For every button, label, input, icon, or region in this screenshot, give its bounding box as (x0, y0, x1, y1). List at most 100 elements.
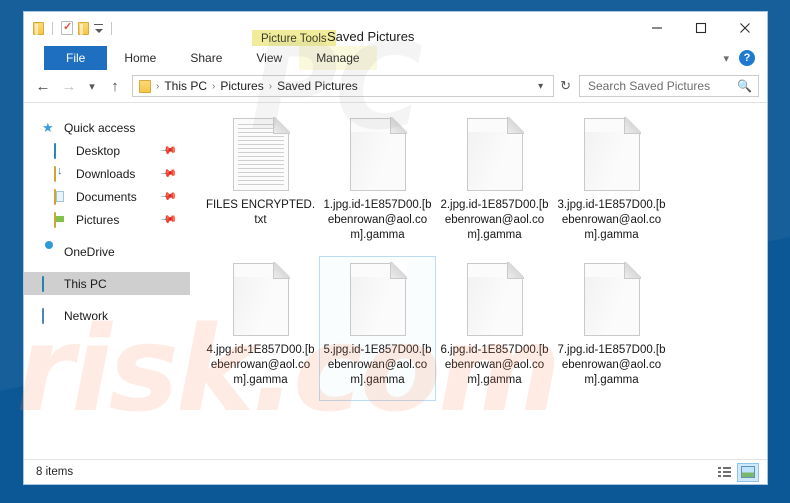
tab-share[interactable]: Share (173, 46, 239, 70)
star-icon: ★ (42, 121, 58, 135)
forward-button: → (56, 73, 82, 99)
breadcrumb-separator: › (154, 81, 161, 92)
status-bar: 8 items (24, 459, 767, 484)
toolbar-divider (111, 22, 112, 35)
tab-manage[interactable]: Manage (299, 46, 376, 70)
nav-group-spacer (24, 295, 190, 304)
file-explorer-window: Picture Tools Saved Pictures File Home S… (23, 11, 768, 485)
file-name: 7.jpg.id-1E857D00.[bebenrowan@aol.com].g… (556, 343, 668, 388)
up-button[interactable]: ↑ (102, 73, 128, 99)
new-folder-icon[interactable] (78, 22, 89, 35)
file-name: 1.jpg.id-1E857D00.[bebenrowan@aol.com].g… (322, 198, 434, 243)
list-item[interactable]: 7.jpg.id-1E857D00.[bebenrowan@aol.com].g… (553, 256, 670, 401)
list-item[interactable]: 3.jpg.id-1E857D00.[bebenrowan@aol.com].g… (553, 111, 670, 256)
blank-document-icon (584, 263, 640, 336)
sidebar-item-quick-access[interactable]: ★ Quick access (24, 116, 190, 139)
pin-icon: 📌 (160, 187, 179, 206)
details-view-button[interactable] (713, 463, 735, 482)
minimize-button[interactable] (635, 12, 679, 43)
file-name: FILES ENCRYPTED.txt (205, 198, 317, 228)
nav-group-spacer (24, 263, 190, 272)
breadcrumb-saved-pictures[interactable]: Saved Pictures (274, 79, 361, 93)
folder-downloads-icon (54, 167, 70, 181)
close-button[interactable] (723, 12, 767, 43)
folder-documents-icon (54, 190, 70, 204)
sidebar-item-label: Desktop (76, 144, 120, 158)
chevron-down-icon[interactable]: ▾ (723, 52, 729, 65)
pin-icon: 📌 (160, 210, 179, 229)
sidebar-item-desktop[interactable]: Desktop 📌 (24, 139, 190, 162)
large-icons-view-button[interactable] (737, 463, 759, 482)
pin-icon: 📌 (160, 164, 179, 183)
list-item[interactable]: 4.jpg.id-1E857D00.[bebenrowan@aol.com].g… (202, 256, 319, 401)
tab-view[interactable]: View (239, 46, 299, 70)
breadcrumb-separator: › (210, 81, 217, 92)
maximize-button[interactable] (679, 12, 723, 43)
sidebar-item-network[interactable]: Network (24, 304, 190, 327)
sidebar-item-label: OneDrive (64, 245, 115, 259)
breadcrumb-this-pc[interactable]: This PC (161, 79, 210, 93)
breadcrumb-separator: › (267, 81, 274, 92)
file-list-view[interactable]: FILES ENCRYPTED.txt 1.jpg.id-1E857D00.[b… (190, 103, 767, 459)
file-name: 4.jpg.id-1E857D00.[bebenrowan@aol.com].g… (205, 343, 317, 388)
list-item[interactable]: 5.jpg.id-1E857D00.[bebenrowan@aol.com].g… (319, 256, 436, 401)
folder-pictures-icon (54, 213, 70, 227)
item-count-label: 8 items (36, 466, 73, 478)
pin-icon: 📌 (160, 141, 179, 160)
help-icon[interactable]: ? (739, 50, 755, 66)
cloud-icon (42, 245, 58, 259)
file-name: 3.jpg.id-1E857D00.[bebenrowan@aol.com].g… (556, 198, 668, 243)
nav-group-spacer (24, 231, 190, 240)
folder-icon (139, 80, 151, 93)
sidebar-item-pictures[interactable]: Pictures 📌 (24, 208, 190, 231)
blank-document-icon (467, 118, 523, 191)
title-bar: Picture Tools Saved Pictures (24, 12, 767, 46)
list-item[interactable]: FILES ENCRYPTED.txt (202, 111, 319, 256)
search-placeholder: Search Saved Pictures (588, 79, 710, 93)
sidebar-item-downloads[interactable]: Downloads 📌 (24, 162, 190, 185)
ribbon-tab-strip: File Home Share View Manage ▾ ? (24, 46, 767, 70)
blank-document-icon (584, 118, 640, 191)
window-controls (635, 12, 767, 43)
sidebar-item-label: Quick access (64, 121, 135, 135)
file-name: 6.jpg.id-1E857D00.[bebenrowan@aol.com].g… (439, 343, 551, 388)
refresh-icon[interactable]: ↻ (554, 78, 577, 94)
sidebar-item-this-pc[interactable]: This PC (24, 272, 190, 295)
search-input[interactable]: Search Saved Pictures 🔍 (579, 75, 759, 97)
breadcrumb[interactable]: › This PC › Pictures › Saved Pictures ▾ (132, 75, 554, 97)
computer-icon (42, 277, 58, 291)
blank-document-icon (350, 118, 406, 191)
view-mode-buttons (713, 463, 759, 482)
quick-access-toolbar[interactable] (24, 12, 115, 38)
tab-file[interactable]: File (44, 46, 107, 70)
blank-document-icon (350, 263, 406, 336)
ribbon-right-controls: ▾ ? (723, 46, 761, 70)
navigation-pane: ★ Quick access Desktop 📌 Downloads 📌 Doc… (24, 103, 190, 459)
sidebar-item-onedrive[interactable]: OneDrive (24, 240, 190, 263)
blank-document-icon (233, 263, 289, 336)
address-bar: ← → ▾ ↑ › This PC › Pictures › Saved Pic… (24, 70, 767, 103)
sidebar-item-label: Documents (76, 190, 137, 204)
file-name: 2.jpg.id-1E857D00.[bebenrowan@aol.com].g… (439, 198, 551, 243)
list-item[interactable]: 2.jpg.id-1E857D00.[bebenrowan@aol.com].g… (436, 111, 553, 256)
breadcrumb-pictures[interactable]: Pictures (217, 79, 266, 93)
file-name: 5.jpg.id-1E857D00.[bebenrowan@aol.com].g… (322, 343, 434, 388)
list-item[interactable]: 6.jpg.id-1E857D00.[bebenrowan@aol.com].g… (436, 256, 553, 401)
back-button[interactable]: ← (30, 73, 56, 99)
window-body: ★ Quick access Desktop 📌 Downloads 📌 Doc… (24, 103, 767, 459)
window-title: Saved Pictures (327, 30, 414, 43)
blank-document-icon (467, 263, 523, 336)
search-icon[interactable]: 🔍 (737, 79, 752, 93)
toolbar-divider (52, 22, 53, 35)
properties-icon[interactable] (61, 21, 73, 35)
customize-caret-icon[interactable] (94, 24, 103, 33)
recent-locations-button[interactable]: ▾ (82, 73, 102, 99)
tab-home[interactable]: Home (107, 46, 173, 70)
sidebar-item-documents[interactable]: Documents 📌 (24, 185, 190, 208)
text-document-icon (233, 118, 289, 191)
folder-icon[interactable] (33, 22, 44, 35)
list-item[interactable]: 1.jpg.id-1E857D00.[bebenrowan@aol.com].g… (319, 111, 436, 256)
breadcrumb-dropdown-icon[interactable]: ▾ (532, 81, 549, 92)
network-icon (42, 309, 58, 323)
sidebar-item-label: This PC (64, 277, 107, 291)
